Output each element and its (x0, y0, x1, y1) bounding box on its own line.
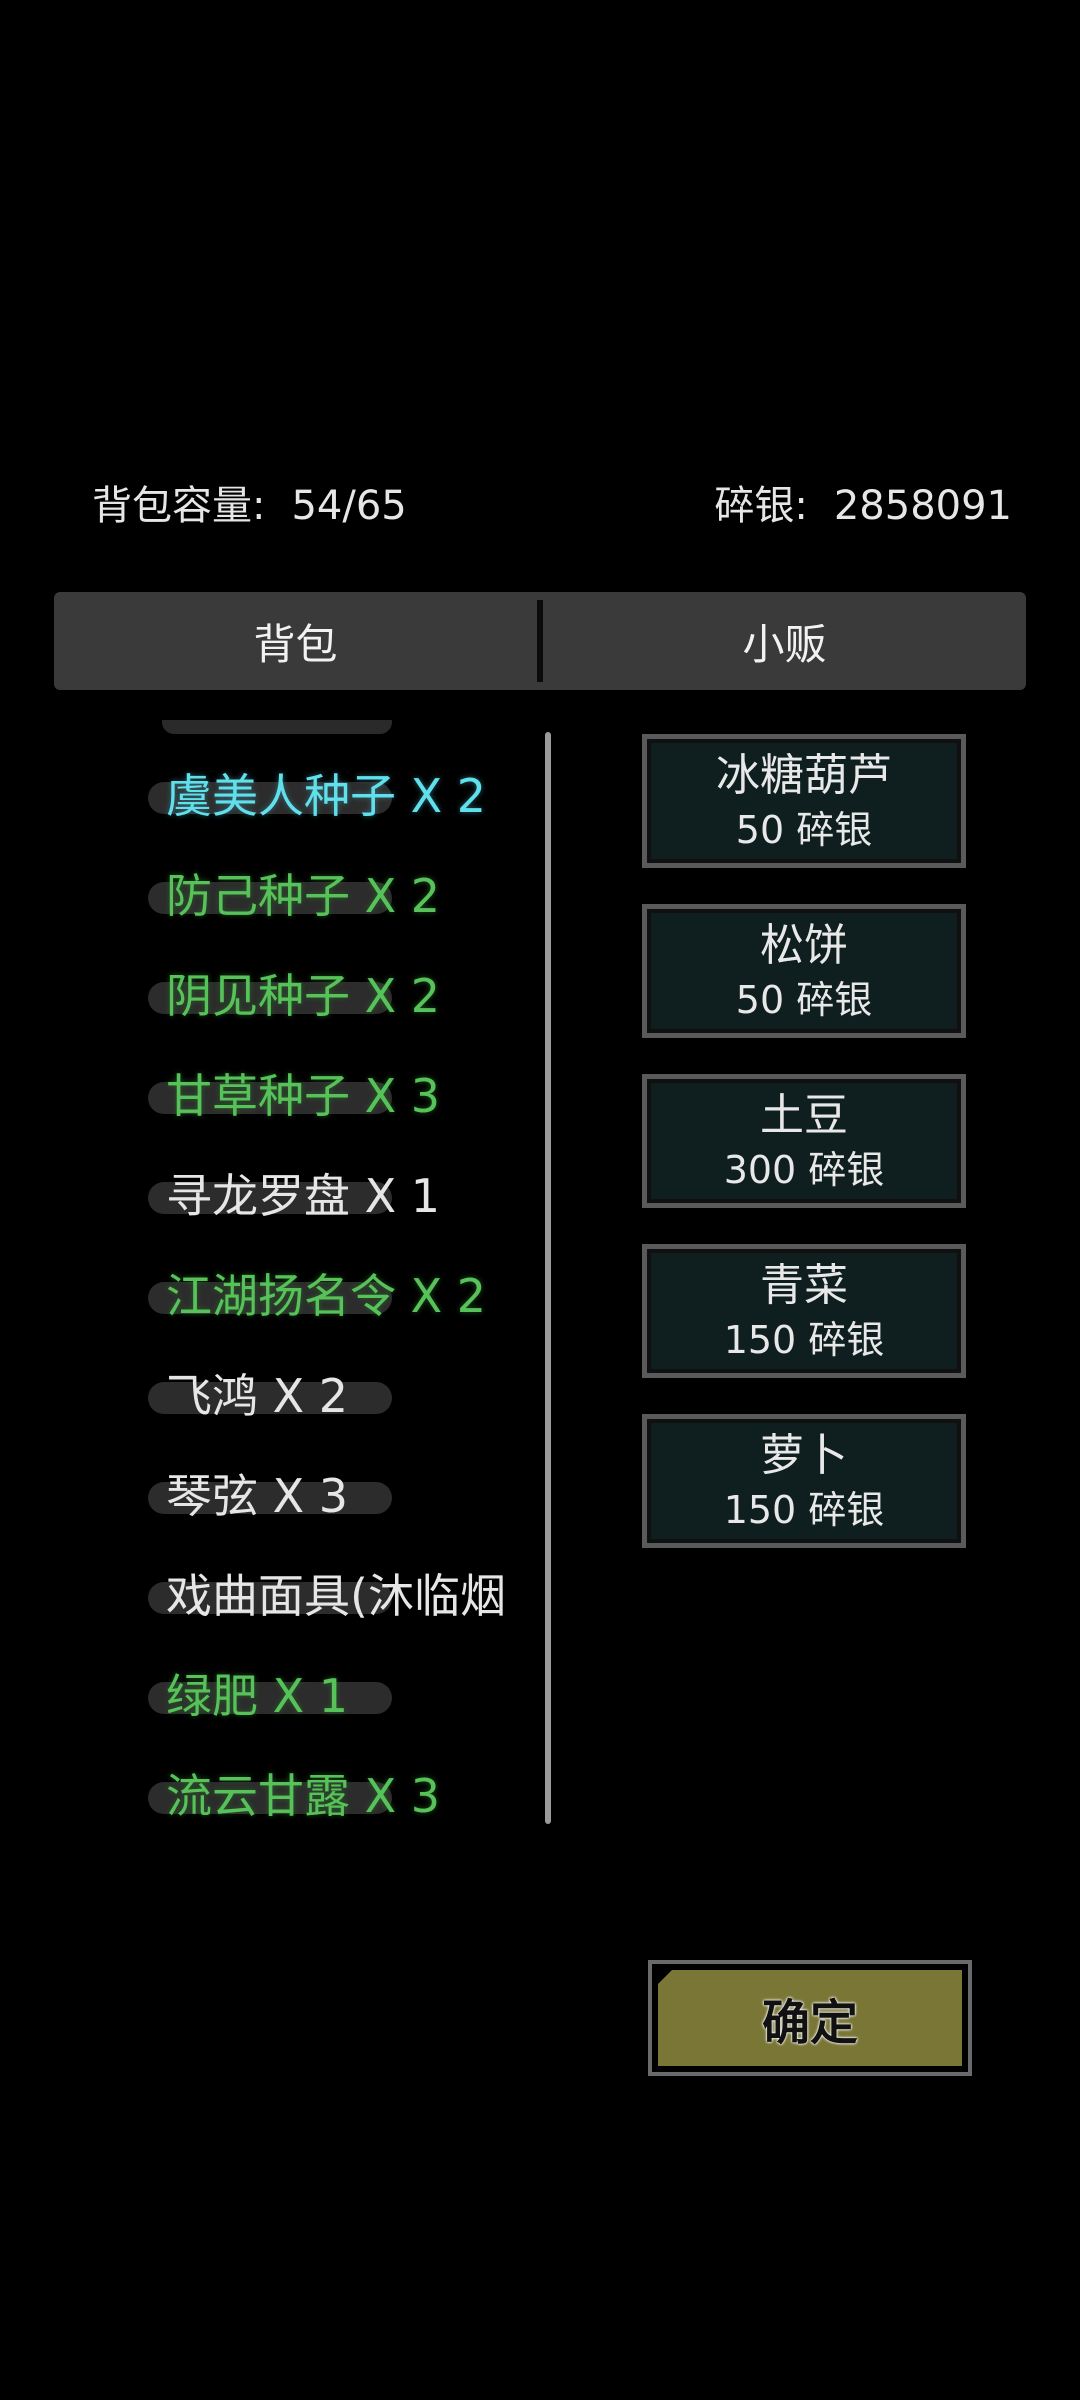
inventory-item[interactable]: 阴见种子 X 2 (148, 964, 440, 1028)
tab-bar: 背包 小贩 (54, 592, 1026, 690)
silver-balance: 碎银: 2858091 (714, 474, 1012, 538)
inventory-item[interactable]: 防己种子 X 2 (148, 864, 440, 928)
shop-item[interactable]: 冰糖葫芦 50 碎银 (642, 734, 966, 868)
shop-item-price: 50 碎银 (735, 808, 873, 852)
item-label: 绿肥 X 1 (166, 1669, 349, 1723)
item-label: 琴弦 X 3 (166, 1469, 349, 1523)
item-label: 虞美人种子 X 2 (166, 769, 487, 823)
shop-item-name: 萝卜 (760, 1430, 848, 1481)
inventory-item[interactable]: 戏曲面具(沐临烟 (148, 1564, 506, 1628)
shop-item-price: 300 碎银 (723, 1148, 885, 1192)
inventory-item[interactable]: 飞鸿 X 2 (148, 1364, 392, 1428)
confirm-label: 确定 (658, 1970, 962, 2066)
inventory-item[interactable]: 流云甘露 X 3 (148, 1764, 440, 1820)
inventory-item[interactable]: 绿肥 X 1 (148, 1664, 392, 1728)
shop-item-price: 50 碎银 (735, 978, 873, 1022)
item-label: 甘草种子 X 3 (166, 1069, 441, 1123)
inventory-item[interactable]: 琴弦 X 3 (148, 1464, 392, 1528)
shop-item-name: 冰糖葫芦 (716, 750, 892, 801)
inventory-item[interactable]: 虞美人种子 X 2 (148, 764, 486, 828)
inventory-item[interactable]: 寻龙罗盘 X 1 (148, 1164, 440, 1228)
shop-item-price: 150 碎银 (723, 1488, 885, 1532)
item-label: 飞鸿 X 2 (166, 1369, 349, 1423)
money-value: 2858091 (833, 483, 1012, 529)
inventory-item[interactable]: 甘草种子 X 3 (148, 1064, 440, 1128)
item-label: 戏曲面具(沐临烟 (166, 1569, 506, 1623)
money-label: 碎银: (714, 483, 808, 529)
shop-item[interactable]: 萝卜 150 碎银 (642, 1414, 966, 1548)
tab-vendor[interactable]: 小贩 (543, 592, 1026, 690)
shop-item[interactable]: 松饼 50 碎银 (642, 904, 966, 1038)
shop-item-name: 青菜 (760, 1260, 848, 1311)
inventory-list[interactable]: 虞美人种子 X 2 防己种子 X 2 阴见种子 X 2 甘草种子 X 3 寻龙罗… (140, 720, 540, 1820)
inventory-item-partial (162, 720, 392, 740)
list-divider-scrollbar[interactable] (545, 732, 551, 1824)
confirm-button[interactable]: 确定 (648, 1960, 972, 2076)
shop-item[interactable]: 土豆 300 碎银 (642, 1074, 966, 1208)
capacity-value: 54/65 (291, 483, 407, 529)
item-label: 阴见种子 X 2 (166, 969, 441, 1023)
tab-backpack[interactable]: 背包 (54, 592, 537, 690)
shop-item-name: 松饼 (760, 920, 848, 971)
item-label: 流云甘露 X 3 (166, 1769, 441, 1820)
item-label: 防己种子 X 2 (166, 869, 441, 923)
shop-item[interactable]: 青菜 150 碎银 (642, 1244, 966, 1378)
item-label: 寻龙罗盘 X 1 (166, 1169, 441, 1223)
capacity-label: 背包容量: (92, 483, 266, 529)
backpack-capacity: 背包容量: 54/65 (92, 474, 407, 538)
shop-item-name: 土豆 (760, 1090, 848, 1141)
item-label: 江湖扬名令 X 2 (166, 1269, 487, 1323)
shop-item-price: 150 碎银 (723, 1318, 885, 1362)
inventory-item[interactable]: 江湖扬名令 X 2 (148, 1264, 486, 1328)
